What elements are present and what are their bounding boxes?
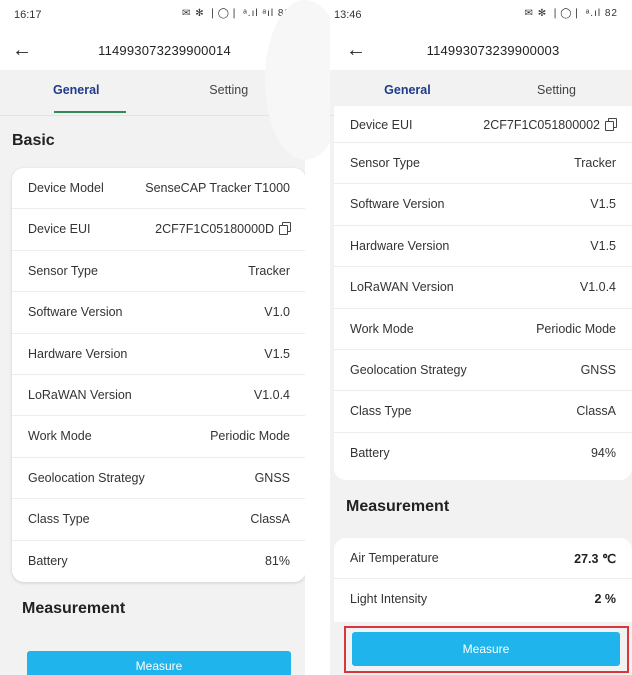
info-row-sensor-type: Sensor Type Tracker xyxy=(334,143,632,185)
right-phone-screen: 13:46 ✉ ✻ ❘◯❘ ᵃ.ıl 82 ← 1149930732399000… xyxy=(330,0,632,675)
row-label: Work Mode xyxy=(28,429,92,444)
status-icons: ✉ ✻ ❘◯❘ ᵃ.ıl ᵃıl 82 xyxy=(182,8,291,19)
row-value: V1.5 xyxy=(590,238,616,253)
info-row-battery: Battery 94% xyxy=(334,433,632,474)
app-bar: ← 114993073239900014 xyxy=(0,34,305,70)
measurement-section-title: Measurement xyxy=(346,498,450,515)
row-label: Device EUI xyxy=(350,118,413,132)
measurement-section-title: Measurement xyxy=(22,600,126,617)
row-value: 81% xyxy=(264,553,290,568)
row-value-wrap: 2CF7F1C05180000D xyxy=(155,222,291,237)
row-value: GNSS xyxy=(254,470,290,485)
measure-button[interactable]: Measure xyxy=(27,651,291,675)
info-row-lorawan-version: LoRaWAN Version V1.0.4 xyxy=(334,267,632,309)
info-row-sensor-type: Sensor Type Tracker xyxy=(12,251,305,293)
row-value-wrap: 2CF7F1C051800002 xyxy=(483,118,617,132)
row-value: V1.5 xyxy=(264,346,290,361)
info-row-lorawan-version: LoRaWAN Version V1.0.4 xyxy=(12,375,305,417)
row-label: Sensor Type xyxy=(28,263,98,278)
row-value: V1.0 xyxy=(264,305,290,320)
row-label: Battery xyxy=(350,445,390,460)
basic-section-title: Basic xyxy=(12,132,55,149)
row-label: Device Model xyxy=(28,181,104,195)
row-value: GNSS xyxy=(580,362,616,377)
row-label: Sensor Type xyxy=(350,156,420,170)
tab-general-underline xyxy=(54,111,126,113)
row-value: V1.5 xyxy=(590,197,616,212)
row-label: Hardware Version xyxy=(350,238,450,253)
tab-bar: General Setting xyxy=(0,70,305,116)
info-row-geolocation-strategy: Geolocation Strategy GNSS xyxy=(334,350,632,392)
basic-info-card: Device EUI 2CF7F1C051800002 Sensor Type … xyxy=(334,106,632,480)
measurement-card: Air Temperature 27.3 ℃ Light Intensity 2… xyxy=(334,538,632,622)
row-label: Software Version xyxy=(28,305,123,320)
row-label: Software Version xyxy=(350,197,445,212)
info-row-device-eui: Device EUI 2CF7F1C05180000D xyxy=(12,209,305,251)
row-label: Hardware Version xyxy=(28,346,128,361)
row-value: 27.3 ℃ xyxy=(574,552,616,566)
info-row-class-type: Class Type ClassA xyxy=(12,499,305,541)
tab-general[interactable]: General xyxy=(0,70,153,116)
info-row-device-eui: Device EUI 2CF7F1C051800002 xyxy=(334,106,632,143)
status-icons: ✉ ✻ ❘◯❘ ᵃ.ıl 82 xyxy=(524,8,618,19)
status-bar: 16:17 ✉ ✻ ❘◯❘ ᵃ.ıl ᵃıl 82 xyxy=(0,0,305,34)
measurement-row-light-intensity: Light Intensity 2 % xyxy=(334,579,632,620)
info-row-hardware-version: Hardware Version V1.5 xyxy=(12,334,305,375)
row-value: 94% xyxy=(590,445,616,460)
info-row-device-model: Device Model SenseCAP Tracker T1000 xyxy=(12,168,305,210)
device-id-title: 114993073239900003 xyxy=(426,43,560,58)
row-value: Tracker xyxy=(574,156,616,170)
arrow-left-icon[interactable]: ← xyxy=(12,39,32,62)
status-time: 13:46 xyxy=(334,9,362,21)
row-label: Air Temperature xyxy=(350,551,439,565)
row-value: Tracker xyxy=(248,263,290,278)
row-label: Geolocation Strategy xyxy=(350,362,467,377)
row-label: Class Type xyxy=(28,512,90,527)
info-row-software-version: Software Version V1.0 xyxy=(12,292,305,334)
row-label: Light Intensity xyxy=(350,592,428,607)
row-label: Work Mode xyxy=(350,321,414,336)
row-value: 2 % xyxy=(594,592,616,607)
row-label: Device EUI xyxy=(28,222,91,237)
measurement-row-air-temperature: Air Temperature 27.3 ℃ xyxy=(334,538,632,580)
row-value: ClassA xyxy=(576,404,616,419)
info-row-work-mode: Work Mode Periodic Mode xyxy=(334,309,632,350)
left-phone-screen: 16:17 ✉ ✻ ❘◯❘ ᵃ.ıl ᵃıl 82 ← 114993073239… xyxy=(0,0,305,675)
status-time: 16:17 xyxy=(14,9,42,21)
info-row-battery: Battery 81% xyxy=(12,541,305,582)
info-row-class-type: Class Type ClassA xyxy=(334,391,632,433)
copy-icon[interactable] xyxy=(605,118,617,131)
basic-info-card: Device Model SenseCAP Tracker T1000 Devi… xyxy=(12,168,305,582)
screenshot-divider xyxy=(265,0,345,675)
device-eui-value: 2CF7F1C05180000D xyxy=(155,222,274,237)
app-bar: ← 114993073239900003 xyxy=(330,34,632,70)
row-label: LoRaWAN Version xyxy=(350,280,454,295)
row-value: V1.0.4 xyxy=(253,387,290,402)
device-id-title: 114993073239900014 xyxy=(98,43,231,58)
info-row-software-version: Software Version V1.5 xyxy=(334,184,632,226)
row-label: LoRaWAN Version xyxy=(28,387,132,402)
row-value: V1.0.4 xyxy=(579,280,616,295)
info-row-geolocation-strategy: Geolocation Strategy GNSS xyxy=(12,458,305,500)
info-row-work-mode: Work Mode Periodic Mode xyxy=(12,416,305,458)
row-label: Class Type xyxy=(350,404,412,419)
arrow-left-icon[interactable]: ← xyxy=(346,39,366,62)
row-value: ClassA xyxy=(250,512,290,527)
row-value: SenseCAP Tracker T1000 xyxy=(145,181,290,195)
copy-icon[interactable] xyxy=(279,222,291,236)
info-row-hardware-version: Hardware Version V1.5 xyxy=(334,226,632,268)
measure-button[interactable]: Measure xyxy=(352,632,620,666)
device-eui-value: 2CF7F1C051800002 xyxy=(483,118,600,132)
row-value: Periodic Mode xyxy=(210,429,290,444)
row-label: Geolocation Strategy xyxy=(28,470,145,485)
row-label: Battery xyxy=(28,553,68,568)
status-bar: 13:46 ✉ ✻ ❘◯❘ ᵃ.ıl 82 xyxy=(330,0,632,34)
row-value: Periodic Mode xyxy=(536,321,616,336)
